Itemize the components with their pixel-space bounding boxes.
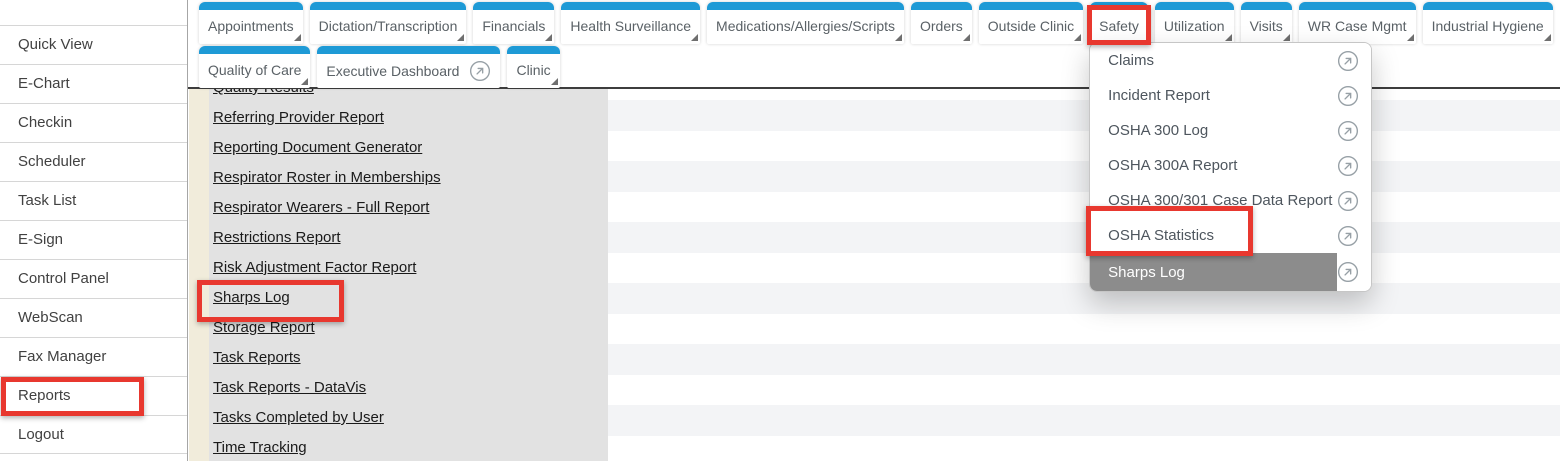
tab-orders[interactable]: Orders [911, 2, 972, 44]
tab-visits[interactable]: Visits [1241, 2, 1292, 44]
tab-outside-clinic[interactable]: Outside Clinic [979, 2, 1083, 44]
menu-item-sharps-log[interactable]: Sharps Log [1090, 253, 1371, 291]
menu-item-incident-report[interactable]: Incident Report [1090, 78, 1371, 113]
tab-dictation-transcription[interactable]: Dictation/Transcription [310, 2, 467, 44]
tab-wr-case-mgmt[interactable]: WR Case Mgmt [1299, 2, 1416, 44]
sidebar-item-scheduler[interactable]: Scheduler [0, 142, 187, 181]
tab-label: Industrial Hygiene [1432, 18, 1544, 34]
report-link-task-reports[interactable]: Task Reports [209, 343, 608, 373]
menu-item-osha-300a-report[interactable]: OSHA 300A Report [1090, 148, 1371, 183]
tab-label: Outside Clinic [988, 18, 1074, 34]
external-link-icon[interactable] [1337, 225, 1359, 247]
sidebar: Quick View E-Chart Checkin Scheduler Tas… [0, 0, 188, 461]
module-tabs-row-1: Appointments Dictation/Transcription Fin… [199, 2, 1553, 44]
report-link-risk-adjustment-factor-report[interactable]: Risk Adjustment Factor Report [209, 253, 608, 283]
tab-label: Medications/Allergies/Scripts [716, 18, 895, 34]
external-link-icon[interactable] [1337, 261, 1359, 283]
tab-executive-dashboard[interactable]: Executive Dashboard [317, 46, 500, 88]
menu-item-osha-300-301-case-data-report[interactable]: OSHA 300/301 Case Data Report [1090, 183, 1371, 218]
tab-clinic[interactable]: Clinic [507, 46, 559, 88]
sidebar-item-fax-manager[interactable]: Fax Manager [0, 337, 187, 376]
menu-item-label: OSHA 300 Log [1108, 122, 1208, 139]
tab-health-surveillance[interactable]: Health Surveillance [561, 2, 700, 44]
tab-medications-allergies-scripts[interactable]: Medications/Allergies/Scripts [707, 2, 904, 44]
external-link-icon[interactable] [1337, 85, 1359, 107]
sidebar-item-quick-view[interactable]: Quick View [0, 25, 187, 64]
tab-label: Appointments [208, 18, 294, 34]
report-link-sharps-log[interactable]: Sharps Log [209, 283, 608, 313]
report-link-reporting-document-generator[interactable]: Reporting Document Generator [209, 133, 608, 163]
tab-label: WR Case Mgmt [1308, 18, 1407, 34]
tab-label: Utilization [1164, 18, 1225, 34]
report-link-respirator-roster-in-memberships[interactable]: Respirator Roster in Memberships [209, 163, 608, 193]
external-link-icon[interactable] [1337, 120, 1359, 142]
left-accent-strip [189, 89, 209, 461]
external-link-icon[interactable] [1337, 50, 1359, 72]
module-tabs-row-2: Quality of Care Executive Dashboard Clin… [199, 46, 560, 88]
tab-label: Orders [920, 18, 963, 34]
tab-financials[interactable]: Financials [473, 2, 554, 44]
menu-item-osha-statistics[interactable]: OSHA Statistics [1090, 218, 1371, 253]
tab-appointments[interactable]: Appointments [199, 2, 303, 44]
tab-safety[interactable]: Safety Claims Incident Report OSHA 300 L… [1090, 2, 1148, 44]
report-link-time-tracking[interactable]: Time Tracking [209, 433, 608, 461]
safety-dropdown-menu: Claims Incident Report OSHA 300 Log OSHA… [1089, 42, 1372, 292]
sidebar-item-e-chart[interactable]: E-Chart [0, 64, 187, 103]
menu-item-osha-300-log[interactable]: OSHA 300 Log [1090, 113, 1371, 148]
tab-label: Quality of Care [208, 62, 301, 78]
sidebar-item-reports[interactable]: Reports [0, 376, 187, 415]
menu-item-label: Claims [1108, 52, 1154, 69]
tab-label: Safety [1099, 18, 1139, 34]
report-link-storage-report[interactable]: Storage Report [209, 313, 608, 343]
tab-label: Financials [482, 18, 545, 34]
tab-label: Executive Dashboard [326, 55, 459, 88]
reports-link-list-inner: Quality Results Referring Provider Repor… [209, 89, 608, 461]
menu-item-claims[interactable]: Claims [1090, 43, 1371, 78]
report-link-respirator-wearers-full-report[interactable]: Respirator Wearers - Full Report [209, 193, 608, 223]
sidebar-item-logout[interactable]: Logout [0, 415, 187, 454]
sidebar-item-control-panel[interactable]: Control Panel [0, 259, 187, 298]
sidebar-menu: Quick View E-Chart Checkin Scheduler Tas… [0, 25, 187, 454]
external-link-icon[interactable] [469, 60, 491, 82]
external-link-icon[interactable] [1337, 190, 1359, 212]
menu-item-label: Sharps Log [1108, 264, 1185, 281]
tab-industrial-hygiene[interactable]: Industrial Hygiene [1423, 2, 1553, 44]
menu-item-label: OSHA 300A Report [1108, 157, 1237, 174]
menu-item-label: Incident Report [1108, 87, 1210, 104]
reports-link-list: Quality Results Referring Provider Repor… [209, 89, 608, 461]
sidebar-item-e-sign[interactable]: E-Sign [0, 220, 187, 259]
content-rows-background [608, 100, 1560, 461]
sidebar-item-task-list[interactable]: Task List [0, 181, 187, 220]
report-link-restrictions-report[interactable]: Restrictions Report [209, 223, 608, 253]
content-background-top [608, 89, 1560, 100]
sidebar-item-checkin[interactable]: Checkin [0, 103, 187, 142]
tab-label: Dictation/Transcription [319, 18, 458, 34]
report-link-referring-provider-report[interactable]: Referring Provider Report [209, 103, 608, 133]
tab-quality-of-care[interactable]: Quality of Care [199, 46, 310, 88]
menu-item-label: OSHA Statistics [1108, 227, 1214, 244]
menu-item-label: OSHA 300/301 Case Data Report [1108, 192, 1332, 209]
external-link-icon[interactable] [1337, 155, 1359, 177]
sidebar-item-webscan[interactable]: WebScan [0, 298, 187, 337]
tab-utilization[interactable]: Utilization [1155, 2, 1234, 44]
tab-label: Visits [1250, 18, 1283, 34]
tab-label: Health Surveillance [570, 18, 691, 34]
report-link-tasks-completed-by-user[interactable]: Tasks Completed by User [209, 403, 608, 433]
report-link-task-reports-datavis[interactable]: Task Reports - DataVis [209, 373, 608, 403]
report-link-quality-results[interactable]: Quality Results [209, 89, 608, 103]
tab-label: Clinic [516, 62, 550, 78]
